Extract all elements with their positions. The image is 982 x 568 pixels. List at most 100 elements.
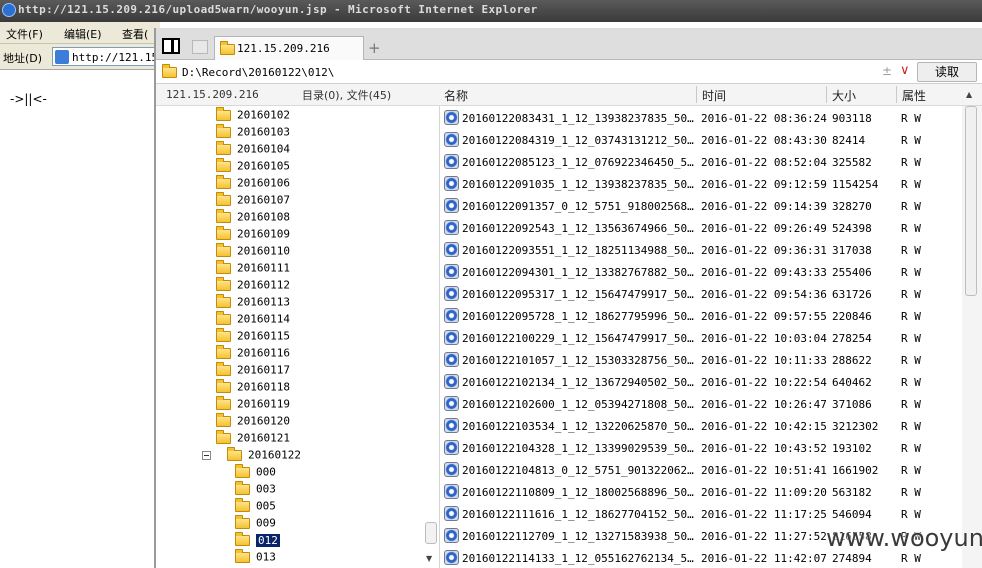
tree-scrollbar-thumb[interactable] bbox=[425, 522, 437, 544]
tree-item[interactable]: 20160107 bbox=[216, 191, 290, 210]
file-time: 2016-01-22 09:43:33 bbox=[701, 266, 827, 279]
column-divider[interactable] bbox=[826, 86, 827, 103]
file-time: 2016-01-22 10:43:52 bbox=[701, 442, 827, 455]
file-row[interactable]: 20160122095728_1_12_18627795996_5000... 2… bbox=[440, 305, 970, 327]
file-time: 2016-01-22 09:14:39 bbox=[701, 200, 827, 213]
scrollbar-thumb[interactable] bbox=[965, 106, 977, 296]
tree-item[interactable]: 20160122 bbox=[202, 446, 301, 465]
scroll-up-icon[interactable]: ▲ bbox=[966, 90, 972, 99]
file-name: 20160122104328_1_12_13399029539_5000... bbox=[462, 442, 694, 455]
audio-file-icon bbox=[444, 220, 459, 235]
tab-host[interactable]: 121.15.209.216 bbox=[214, 36, 364, 61]
file-time: 2016-01-22 10:22:54 bbox=[701, 376, 827, 389]
file-time: 2016-01-22 10:03:04 bbox=[701, 332, 827, 345]
audio-file-icon bbox=[444, 462, 459, 477]
audio-file-icon bbox=[444, 374, 459, 389]
file-row[interactable]: 20160122085123_1_12_076922346450_500... 2… bbox=[440, 151, 970, 173]
tree-item[interactable]: 20160119 bbox=[216, 395, 290, 414]
tree-item[interactable]: 20160105 bbox=[216, 157, 290, 176]
tree-item[interactable]: 20160109 bbox=[216, 225, 290, 244]
audio-file-icon bbox=[444, 308, 459, 323]
path-dropdown-icon[interactable]: ∨ bbox=[900, 63, 910, 78]
file-row[interactable]: 20160122093551_1_12_18251134988_5000... 2… bbox=[440, 239, 970, 261]
menu-file[interactable]: 文件(F) bbox=[6, 26, 43, 42]
scroll-down-icon[interactable]: ▼ bbox=[426, 554, 432, 563]
file-row[interactable]: 20160122103534_1_12_13220625870_5000... 2… bbox=[440, 415, 970, 437]
file-name: 20160122110809_1_12_18002568896_5000... bbox=[462, 486, 694, 499]
file-size: 220846 bbox=[832, 310, 872, 323]
tree-item[interactable]: 003 bbox=[235, 480, 276, 499]
path-bar: D:\Record\20160122\012\ ± ∨ 读取 bbox=[156, 60, 982, 84]
file-list-scrollbar[interactable]: ▲ bbox=[962, 90, 980, 568]
path-extra-icon[interactable]: ± bbox=[882, 64, 892, 78]
path-input[interactable]: D:\Record\20160122\012\ bbox=[182, 66, 334, 79]
file-row[interactable]: 20160122110809_1_12_18002568896_5000... 2… bbox=[440, 481, 970, 503]
tree-item[interactable]: 20160103 bbox=[216, 123, 290, 142]
file-row[interactable]: 20160122104813_0_12_5751_90132206258... 2… bbox=[440, 459, 970, 481]
tree-item[interactable]: 009 bbox=[235, 514, 276, 533]
tree-item[interactable]: 20160114 bbox=[216, 310, 290, 329]
tree-item[interactable]: 20160108 bbox=[216, 208, 290, 227]
column-time[interactable]: 时间 bbox=[702, 87, 726, 104]
file-time: 2016-01-22 09:26:49 bbox=[701, 222, 827, 235]
file-row[interactable]: 20160122100229_1_12_15647479917_5000... 2… bbox=[440, 327, 970, 349]
file-attr: R W bbox=[901, 134, 921, 147]
file-size: 1661902 bbox=[832, 464, 879, 477]
file-row[interactable]: 20160122104328_1_12_13399029539_5000... 2… bbox=[440, 437, 970, 459]
tree-item[interactable]: 000 bbox=[235, 463, 276, 482]
folder-icon bbox=[216, 225, 231, 240]
tree-item[interactable]: 20160118 bbox=[216, 378, 290, 397]
column-attr[interactable]: 属性 bbox=[902, 87, 926, 104]
file-row[interactable]: 20160122102600_1_12_05394271808_5000... 2… bbox=[440, 393, 970, 415]
file-row[interactable]: 20160122091035_1_12_13938237835_5000... 2… bbox=[440, 173, 970, 195]
folder-tree[interactable]: ▼ 20160102 20160103 20160104 20160105 201601… bbox=[156, 106, 440, 568]
tree-item[interactable]: 20160110 bbox=[216, 242, 290, 261]
collapse-icon[interactable] bbox=[202, 450, 211, 460]
tab-bar: 121.15.209.216 + bbox=[156, 28, 982, 61]
file-row[interactable]: 20160122102134_1_12_13672940502_5000... 2… bbox=[440, 371, 970, 393]
menu-view[interactable]: 查看( bbox=[122, 26, 148, 42]
audio-file-icon bbox=[444, 176, 459, 191]
sidebar-toggle-icon[interactable] bbox=[162, 38, 180, 54]
tree-item[interactable]: 20160104 bbox=[216, 140, 290, 159]
tree-item-label: 20160104 bbox=[237, 142, 290, 156]
tree-item[interactable]: 20160120 bbox=[216, 412, 290, 431]
tree-item[interactable]: 20160117 bbox=[216, 361, 290, 380]
menu-edit[interactable]: 编辑(E) bbox=[64, 26, 102, 42]
tree-item-selected[interactable]: 012 bbox=[235, 531, 280, 550]
tree-item[interactable]: 20160115 bbox=[216, 327, 290, 346]
file-size: 563182 bbox=[832, 486, 872, 499]
window-icon[interactable] bbox=[192, 40, 208, 54]
tree-item[interactable]: 20160106 bbox=[216, 174, 290, 193]
tree-item-label: 20160122 bbox=[248, 448, 301, 462]
column-name[interactable]: 名称 bbox=[444, 87, 468, 104]
file-name: 20160122095317_1_12_15647479917_5000... bbox=[462, 288, 694, 301]
tree-item[interactable]: 013 bbox=[235, 548, 276, 567]
ie-title-bar: http://121.15.209.216/upload5warn/wooyun… bbox=[0, 0, 982, 22]
tree-item[interactable]: 20160113 bbox=[216, 293, 290, 312]
file-row[interactable]: 20160122095317_1_12_15647479917_5000... 2… bbox=[440, 283, 970, 305]
column-divider[interactable] bbox=[896, 86, 897, 103]
column-size[interactable]: 大小 bbox=[832, 87, 856, 104]
file-row[interactable]: 20160122111616_1_12_18627704152_5000... 2… bbox=[440, 503, 970, 525]
tree-item[interactable]: 20160116 bbox=[216, 344, 290, 363]
file-row[interactable]: 20160122091357_0_12_5751_91800256872... 2… bbox=[440, 195, 970, 217]
tree-item[interactable]: 005 bbox=[235, 497, 276, 516]
file-list[interactable]: 20160122083431_1_12_13938237835_5000... 2… bbox=[440, 106, 970, 568]
file-row[interactable]: 20160122092543_1_12_13563674966_5000... 2… bbox=[440, 217, 970, 239]
audio-file-icon bbox=[444, 286, 459, 301]
file-row[interactable]: 20160122083431_1_12_13938237835_5000... 2… bbox=[440, 107, 970, 129]
tree-item[interactable]: 20160121 bbox=[216, 429, 290, 448]
file-row[interactable]: 20160122094301_1_12_13382767882_5000... 2… bbox=[440, 261, 970, 283]
address-input[interactable]: http://121.15 bbox=[52, 47, 160, 66]
folder-icon bbox=[216, 276, 231, 291]
tree-item[interactable]: 20160112 bbox=[216, 276, 290, 295]
file-row[interactable]: 20160122084319_1_12_03743131212_5000... 2… bbox=[440, 129, 970, 151]
read-button[interactable]: 读取 bbox=[917, 62, 977, 82]
column-divider[interactable] bbox=[696, 86, 697, 103]
tree-item[interactable]: 20160111 bbox=[216, 259, 290, 278]
new-tab-button[interactable]: + bbox=[368, 39, 381, 57]
file-row[interactable]: 20160122101057_1_12_15303328756_5000... 2… bbox=[440, 349, 970, 371]
tree-item-label: 20160105 bbox=[237, 159, 290, 173]
tree-item[interactable]: 20160102 bbox=[216, 106, 290, 125]
